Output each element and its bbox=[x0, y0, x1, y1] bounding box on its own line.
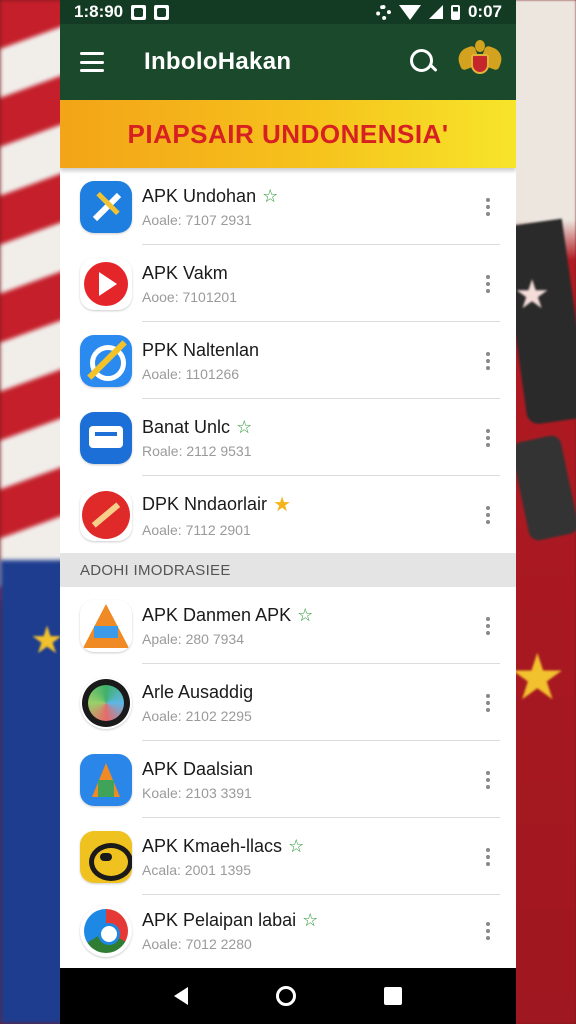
more-options-icon[interactable] bbox=[476, 770, 500, 789]
red-pen-icon bbox=[80, 488, 132, 541]
gold-emblem-icon bbox=[80, 830, 132, 883]
star-decoration-icon: ★ bbox=[514, 273, 550, 317]
app-bar: InboloHakan bbox=[60, 24, 516, 100]
outline-star-icon: ☆ bbox=[302, 910, 319, 930]
blue-compass-icon bbox=[80, 180, 132, 233]
more-options-icon[interactable] bbox=[476, 847, 500, 866]
app-meta: Apale: 280 7934 bbox=[142, 630, 244, 647]
app-name: APK Daalsian bbox=[142, 758, 254, 779]
status-time: 1:8:90 bbox=[74, 2, 124, 21]
navigation-bar bbox=[60, 968, 516, 1024]
signal-icon bbox=[428, 5, 443, 19]
app-meta: Aoale: 7107 2931 bbox=[142, 211, 252, 228]
menu-icon[interactable] bbox=[80, 52, 104, 72]
outline-star-icon: ☆ bbox=[262, 185, 279, 206]
outline-star-icon: ☆ bbox=[236, 416, 253, 437]
wifi-icon bbox=[398, 4, 421, 20]
app-meta: Aoale: 7112 2901 bbox=[142, 521, 251, 538]
recent-apps-icon[interactable] bbox=[384, 987, 402, 1005]
notification-icon bbox=[131, 4, 147, 20]
more-options-icon[interactable] bbox=[476, 922, 500, 940]
list-item[interactable]: Banat Unlc ☆ Roale: 2112 9531 bbox=[60, 399, 516, 476]
globe-icon bbox=[80, 676, 132, 729]
search-icon[interactable] bbox=[408, 47, 438, 77]
app-meta: Koale: 2103 3391 bbox=[142, 784, 252, 801]
more-options-icon[interactable] bbox=[476, 505, 500, 524]
app-name: APK Kmaeh-llacs bbox=[142, 835, 283, 856]
garuda-emblem-icon[interactable] bbox=[455, 40, 505, 84]
multicolor-a-icon bbox=[80, 599, 132, 652]
list-item[interactable]: APK Kmaeh-llacs ☆ Acala: 2001 1395 bbox=[60, 818, 516, 895]
filled-star-icon: ★ bbox=[273, 493, 291, 516]
list-item[interactable]: APK Vakm Aooe: 7101201 bbox=[60, 245, 516, 322]
home-icon[interactable] bbox=[276, 986, 296, 1006]
app-name: APK Vakm bbox=[142, 262, 228, 283]
more-options-icon[interactable] bbox=[476, 274, 500, 293]
list-item[interactable]: APK Daalsian Koale: 2103 3391 bbox=[60, 741, 516, 818]
app-meta: Aoale: 7012 2280 bbox=[142, 936, 252, 952]
app-list-top: APK Undohan ☆ Aoale: 7107 2931 APK Vakm A… bbox=[60, 168, 516, 553]
list-item[interactable]: APK Danmen APK ☆ Apale: 280 7934 bbox=[60, 587, 516, 664]
phone-screen: 1:8:90 0:07 InboloHakan PIAPSAIR UNDONEN… bbox=[60, 0, 516, 1024]
notification-icon bbox=[154, 4, 170, 20]
app-name: APK Pelaipan labai bbox=[142, 910, 297, 930]
app-name: PPK Naltenlan bbox=[142, 339, 260, 360]
app-name: DPK Nndaorlair bbox=[142, 493, 268, 514]
settings-status-icon bbox=[375, 4, 391, 20]
banner-text: PIAPSAIR UNDONENSIA' bbox=[127, 118, 449, 149]
list-item[interactable]: PPK Naltenlan Aoale: 1101266 bbox=[60, 322, 516, 399]
blue-slash-icon bbox=[80, 334, 132, 387]
app-meta: Aoale: 2102 2295 bbox=[142, 707, 252, 724]
list-item[interactable]: APK Pelaipan labai ☆ Aoale: 7012 2280 bbox=[60, 895, 516, 967]
app-meta: Roale: 2112 9531 bbox=[142, 442, 252, 459]
list-item[interactable]: DPK Nndaorlair ★ Aoale: 7112 2901 bbox=[60, 476, 516, 553]
back-icon[interactable] bbox=[174, 987, 188, 1005]
app-meta: Acala: 2001 1395 bbox=[142, 861, 251, 878]
app-list-bottom: APK Danmen APK ☆ Apale: 280 7934 Arle Aus… bbox=[60, 587, 516, 967]
app-name: APK Danmen APK bbox=[142, 604, 292, 625]
red-play-icon bbox=[80, 257, 132, 310]
status-bar: 1:8:90 0:07 bbox=[60, 0, 516, 24]
star-decoration-icon: ★ bbox=[30, 620, 65, 662]
status-clock: 0:07 bbox=[467, 2, 502, 21]
app-name: Arle Ausaddig bbox=[142, 681, 254, 702]
outline-star-icon: ☆ bbox=[288, 835, 305, 856]
app-meta: Aooe: 7101201 bbox=[142, 288, 237, 305]
battery-icon bbox=[450, 4, 460, 20]
more-options-icon[interactable] bbox=[476, 428, 500, 447]
promo-banner[interactable]: PIAPSAIR UNDONENSIA' bbox=[60, 100, 516, 168]
more-options-icon[interactable] bbox=[476, 693, 500, 712]
blue-a-icon bbox=[80, 753, 132, 806]
more-options-icon[interactable] bbox=[476, 616, 500, 635]
star-decoration-icon: ★ bbox=[508, 641, 566, 713]
app-meta: Aoale: 1101266 bbox=[142, 365, 240, 382]
section-header: ADOHI IMODRASIEE bbox=[60, 553, 516, 587]
app-name: Banat Unlc bbox=[142, 416, 231, 437]
app-name: APK Undohan bbox=[142, 185, 257, 206]
outline-star-icon: ☆ bbox=[297, 604, 314, 625]
blue-briefcase-icon bbox=[80, 411, 132, 464]
chrome-icon bbox=[80, 905, 132, 957]
more-options-icon[interactable] bbox=[476, 351, 500, 370]
more-options-icon[interactable] bbox=[476, 197, 500, 216]
list-item[interactable]: APK Undohan ☆ Aoale: 7107 2931 bbox=[60, 168, 516, 245]
app-title: InboloHakan bbox=[144, 48, 292, 75]
list-item[interactable]: Arle Ausaddig Aoale: 2102 2295 bbox=[60, 664, 516, 741]
